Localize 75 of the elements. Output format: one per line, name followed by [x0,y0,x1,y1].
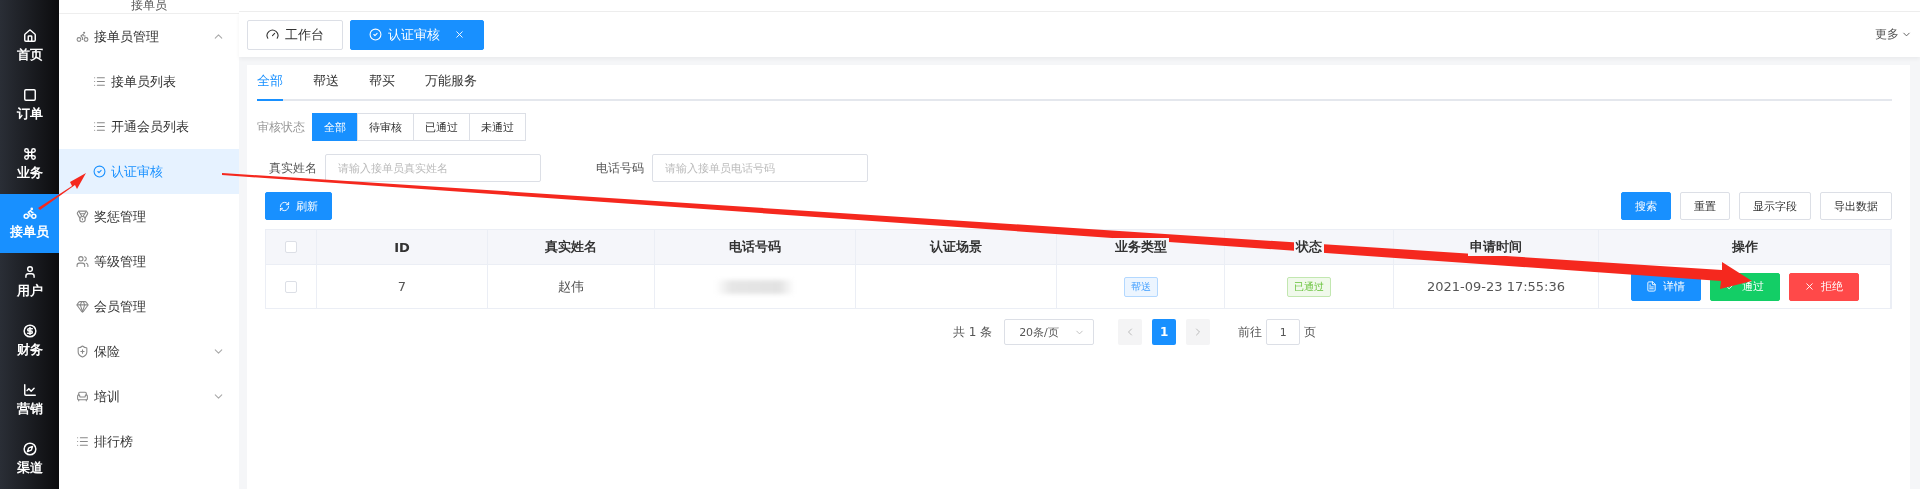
nav-rail-item[interactable]: 渠道 [0,430,59,489]
sidebar-item[interactable]: 保险 [59,329,239,374]
sidebar-item[interactable]: 等级管理 [59,239,239,284]
nav-rail-item[interactable]: 营销 [0,371,59,430]
close-icon[interactable] [454,29,465,40]
total-count: 共 1 条 [952,323,993,341]
column-header: 申请时间 [1468,238,1524,256]
sub-tab[interactable]: 帮买 [369,72,395,101]
sidebar-item[interactable]: 会员管理 [59,284,239,329]
close-icon [1804,281,1815,292]
menu-icon [76,345,89,358]
sub-tab[interactable]: 万能服务 [425,72,477,101]
field-label: 真实姓名 [269,159,317,177]
menu-icon [76,30,89,43]
column-header: 真实姓名 [543,238,599,256]
page-size-select[interactable]: 20条/页 [1004,319,1095,345]
menu-icon [76,300,89,313]
sidebar-item[interactable]: 奖惩管理 [59,194,239,239]
sidebar-item[interactable]: 培训 [59,374,239,419]
more-menu[interactable]: 更多 [1875,26,1912,43]
column-header: 认证场景 [928,238,984,256]
type-tag: 帮送 [1123,276,1158,297]
check-circle-icon [369,28,382,41]
gauge-icon [266,28,279,41]
toolbar-button[interactable]: 导出数据 [1820,192,1892,220]
sidebar-item[interactable]: 接单员管理 [59,14,239,59]
nav-icon [22,88,37,102]
toolbar-button[interactable]: 重置 [1680,192,1730,220]
page-tab[interactable]: 工作台 [247,19,343,50]
table-cell: 赵伟 [488,265,655,308]
check-circle-icon [93,165,106,178]
page-input[interactable]: 1 [1266,319,1301,345]
column-header: 状态 [1294,238,1324,256]
nav-icon [22,324,37,338]
nav-rail-item[interactable]: 业务 [0,135,59,194]
nav-rail-item[interactable]: 订单 [0,76,59,135]
goto-label: 前往 [1238,323,1263,341]
menu-icon [76,390,89,403]
toolbar-button[interactable]: 显示字段 [1739,192,1811,220]
checkbox[interactable] [285,280,297,293]
sidebar-item[interactable]: 排行榜 [59,419,239,464]
status-filter-option[interactable]: 待审核 [357,113,414,141]
column-header: 业务类型 [1112,238,1169,256]
document-icon [1646,281,1657,292]
nav-rail-item[interactable]: 用户 [0,253,59,312]
nav-icon [22,383,37,397]
field-label: 电话号码 [596,159,644,177]
prev-page-button[interactable] [1118,319,1143,345]
list-icon [93,120,106,133]
sub-tab[interactable]: 帮送 [313,72,339,101]
nav-icon [22,265,37,279]
column-header: 操作 [1729,238,1760,256]
menu-icon [76,210,89,223]
list-icon [93,75,106,88]
status-tag: 已通过 [1287,276,1331,297]
nav-rail-item[interactable]: 财务 [0,312,59,371]
nav-rail-item[interactable]: 首页 [0,17,59,76]
table-cell: 7 [317,265,488,308]
nav-icon [22,442,37,456]
refresh-icon [279,200,290,212]
next-page-button[interactable] [1186,319,1211,345]
column-header: 电话号码 [727,238,783,256]
nav-icon [22,147,37,161]
nav-icon [22,206,37,220]
filter-label: 审核状态 [257,118,305,136]
sidebar-subitem[interactable]: 接单员列表 [59,59,239,104]
status-filter-option[interactable]: 已通过 [413,113,470,141]
text-field[interactable]: 请输入接单员真实姓名 [325,154,541,182]
checkbox[interactable] [285,241,297,253]
nav-icon [22,29,37,43]
menu-icon [76,255,89,268]
page-suffix: 页 [1304,323,1317,341]
sidebar-subitem[interactable]: 开通会员列表 [59,104,239,149]
menu-icon [76,435,89,448]
status-filter-option[interactable]: 未通过 [469,113,526,141]
